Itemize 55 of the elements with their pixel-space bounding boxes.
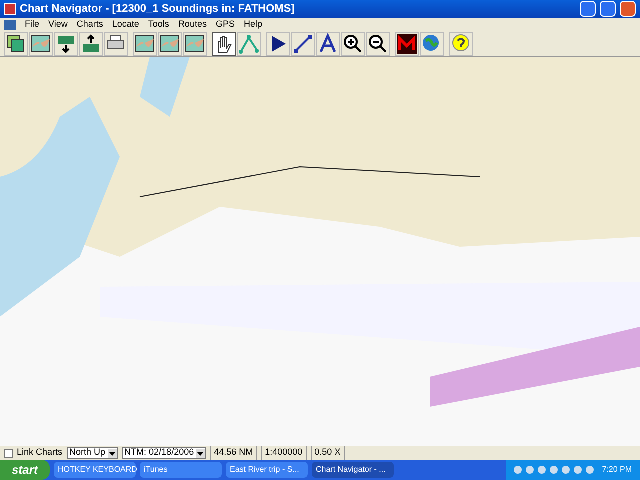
toolbar-button[interactable]: [4, 32, 28, 56]
toolbar-button[interactable]: [449, 32, 473, 56]
link-charts-checkbox[interactable]: [4, 448, 13, 458]
clock: 7:20 PM: [602, 464, 632, 476]
menu-item[interactable]: Help: [244, 18, 262, 32]
route-icon: [238, 32, 260, 54]
document-icon: [4, 20, 16, 30]
chart-icon: [30, 32, 52, 54]
start-button[interactable]: start: [0, 460, 50, 480]
toolbar-button[interactable]: [341, 32, 365, 56]
zoom-out-icon: [367, 32, 389, 54]
zoom-in-icon: [342, 32, 364, 54]
scale-out-icon: [80, 32, 102, 54]
dropdown-arrow-icon: [196, 448, 206, 458]
toolbar-button[interactable]: [79, 32, 103, 56]
checkbox-label: Link Charts: [17, 446, 63, 460]
menu-item[interactable]: View: [48, 18, 68, 32]
chart-icon: [184, 32, 206, 54]
logo-icon: [396, 32, 418, 54]
orientation-dropdown[interactable]: North Up: [66, 447, 118, 459]
minimize-button[interactable]: [580, 1, 596, 17]
toolbar-button[interactable]: [291, 32, 315, 56]
window-title: Chart Navigator - [12300_1 Soundings in: FATHOMS]: [20, 2, 296, 17]
ntm-dropdown[interactable]: NTM: 02/18/2006: [122, 447, 206, 459]
menu-item[interactable]: GPS: [216, 18, 235, 32]
toolbar-button[interactable]: [183, 32, 207, 56]
taskbar-button[interactable]: iTunes: [140, 462, 222, 478]
menu-item[interactable]: Routes: [178, 18, 207, 32]
menu-item[interactable]: Charts: [76, 18, 104, 32]
toolbar-button[interactable]: [54, 32, 78, 56]
layers-icon: [5, 32, 27, 54]
menu-item[interactable]: File: [25, 18, 40, 32]
toolbar-button[interactable]: [158, 32, 182, 56]
line-icon: [292, 32, 314, 54]
toolbar-button[interactable]: [316, 32, 340, 56]
app-icon: [4, 3, 16, 15]
toolbar-button[interactable]: [395, 32, 419, 56]
toolbar-button[interactable]: [366, 32, 390, 56]
help-icon: [450, 32, 472, 54]
maximize-button[interactable]: [600, 1, 616, 17]
chart-icon: [134, 32, 156, 54]
menu-item[interactable]: Tools: [148, 18, 170, 32]
toolbar-button[interactable]: [104, 32, 128, 56]
toolbar-button[interactable]: [266, 32, 290, 56]
toolbar-button[interactable]: [29, 32, 53, 56]
taskbar-button[interactable]: East River trip - S...: [226, 462, 308, 478]
dropdown-arrow-icon: [108, 448, 117, 458]
text-icon: [317, 32, 339, 54]
chart-icon: [159, 32, 181, 54]
toolbar-button[interactable]: [133, 32, 157, 56]
toolbar-button[interactable]: [212, 32, 236, 56]
taskbar-button[interactable]: HOTKEY KEYBOARD: [54, 462, 136, 478]
taskbar-button[interactable]: Chart Navigator - ...: [312, 462, 394, 478]
menu-item[interactable]: Locate: [112, 18, 140, 32]
close-button[interactable]: [620, 1, 636, 17]
